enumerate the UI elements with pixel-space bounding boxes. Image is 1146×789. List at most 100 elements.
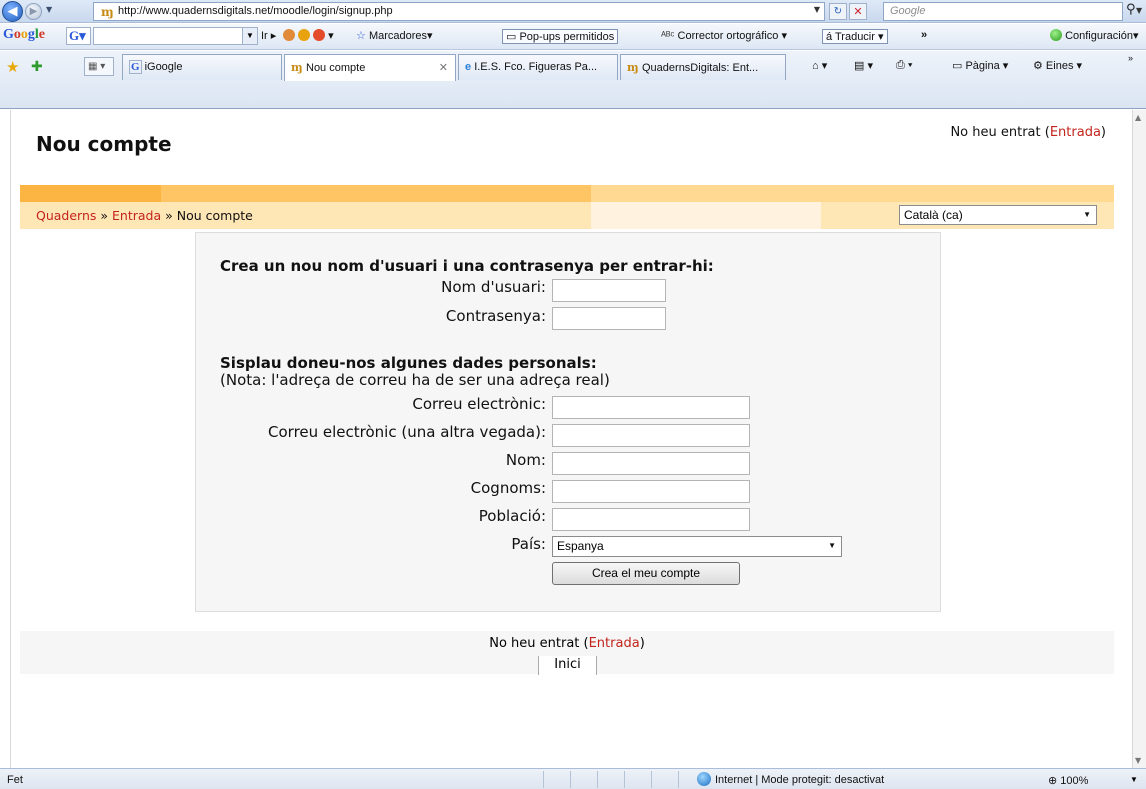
breadcrumb-login-link[interactable]: Entrada: [112, 208, 161, 223]
google-menu-button[interactable]: G▾: [66, 27, 91, 45]
zoom-level[interactable]: ⊕ 100%: [1048, 774, 1088, 787]
page-title: Nou compte: [36, 132, 172, 156]
igoogle-tab-icon: G: [129, 60, 142, 74]
login-info-prefix: No heu entrat (: [950, 125, 1050, 140]
breadcrumb-home-link[interactable]: Quaderns: [36, 208, 96, 223]
breadcrumb-current: Nou compte: [176, 208, 253, 223]
more-tools-button[interactable]: »: [921, 29, 927, 41]
scroll-up-icon[interactable]: ▲: [1135, 113, 1141, 122]
search-dropdown-icon[interactable]: ▼: [1136, 6, 1142, 15]
tab-label: I.E.S. Fco. Figueras Pa...: [474, 61, 598, 73]
page-left-border: [10, 110, 11, 768]
tab-igoogle[interactable]: GiGoogle: [122, 54, 282, 80]
favorites-star-icon[interactable]: ★: [6, 58, 19, 76]
bookmarks-menu[interactable]: ☆ Marcadores▾: [356, 29, 433, 42]
gadget-icon[interactable]: [313, 29, 326, 41]
url-text[interactable]: http://www.quadernsdigitals.net/moodle/l…: [118, 5, 393, 17]
history-dropdown-icon[interactable]: ▼: [46, 5, 52, 14]
close-tab-icon[interactable]: ✕: [439, 61, 448, 74]
url-field[interactable]: ɱ http://www.quadernsdigitals.net/moodle…: [93, 2, 825, 21]
site-tab-icon: ɱ: [291, 61, 303, 74]
internet-zone-icon: [697, 772, 711, 786]
country-label: País:: [511, 535, 546, 553]
login-link[interactable]: Entrada: [1050, 125, 1101, 140]
email-again-label: Correu electrònic (una altra vegada):: [268, 423, 546, 441]
home-icon[interactable]: ⌂ ▾: [812, 59, 827, 72]
username-field[interactable]: [552, 279, 666, 302]
stop-icon[interactable]: ✕: [849, 3, 867, 20]
city-label: Població:: [478, 507, 546, 525]
tab-quaderns-digitals[interactable]: ɱ QuadernsDigitals: Ent...: [620, 54, 786, 80]
gadget-icon[interactable]: [283, 29, 295, 41]
lastname-field[interactable]: [552, 480, 750, 503]
spellcheck-label: Corrector ortográfico: [677, 30, 779, 42]
google-toolbar: Google G▾ ▼ Ir ▸ ▾ ☆ Marcadores▾ ▭ Pop-u…: [0, 24, 1146, 50]
back-icon[interactable]: ◀: [2, 1, 23, 22]
username-label: Nom d'usuari:: [441, 278, 546, 296]
footer-login-link[interactable]: Entrada: [589, 636, 640, 651]
tab-label: QuadernsDigitals: Ent...: [642, 62, 759, 74]
print-icon[interactable]: ⎙ ▾: [896, 59, 912, 72]
tab-ies-figueras[interactable]: e I.E.S. Fco. Figueras Pa...: [458, 54, 618, 80]
google-button-label: G: [69, 28, 80, 43]
create-account-button[interactable]: Crea el meu compte: [552, 562, 740, 585]
go-button[interactable]: Ir ▸: [261, 29, 276, 42]
settings-icon: [1050, 29, 1062, 41]
login-info: No heu entrat (Entrada): [950, 125, 1106, 140]
translate-button[interactable]: á Traducir ▾: [822, 29, 888, 44]
bookmarks-label: Marcadores: [368, 30, 428, 42]
search-icon[interactable]: ⚲: [1126, 2, 1136, 17]
security-zone-text[interactable]: Internet | Mode protegit: desactivat: [715, 774, 884, 786]
zoom-value: 100%: [1060, 775, 1089, 787]
city-field[interactable]: [552, 508, 750, 531]
google-toolbar-logo: Google: [3, 27, 45, 42]
breadcrumb-separator: »: [96, 208, 113, 223]
language-select[interactable]: Català (ca) ▼: [899, 205, 1097, 225]
footer-login-prefix: No heu entrat (: [489, 636, 589, 651]
search-input[interactable]: Google: [883, 2, 1123, 21]
email-again-field[interactable]: [552, 424, 750, 447]
tools-menu-label: Eines: [1045, 60, 1074, 72]
tab-bar: ★ ✚ ▦ ▾ GiGoogle ɱ Nou compte ✕ e I.E.S. …: [0, 51, 1146, 109]
scroll-down-icon[interactable]: ▼: [1135, 756, 1141, 765]
footer-login-info: No heu entrat (Entrada): [20, 636, 1114, 651]
country-value: Espanya: [557, 539, 604, 553]
vertical-scrollbar[interactable]: ▲ ▼: [1132, 110, 1146, 768]
status-bar: Fet Internet | Mode protegit: desactivat…: [0, 768, 1146, 789]
toolbar-gadget-icons[interactable]: ▾: [283, 29, 334, 42]
feeds-icon[interactable]: ▤ ▾: [854, 59, 873, 72]
signup-form: Crea un nou nom d'usuari i una contrasen…: [195, 232, 941, 612]
popups-label: Pop-ups permitidos: [519, 31, 615, 43]
popups-button[interactable]: ▭ Pop-ups permitidos: [502, 29, 619, 44]
settings-label: Configuración: [1065, 30, 1133, 42]
gadget-icon[interactable]: [298, 29, 311, 41]
google-search-dropdown-icon[interactable]: ▼: [242, 28, 257, 44]
spellcheck-button[interactable]: ᴬᴮᶜ Corrector ortográfico ▾: [661, 29, 787, 42]
tab-nou-compte[interactable]: ɱ Nou compte ✕: [284, 54, 456, 81]
footer: No heu entrat (Entrada) Inici: [20, 631, 1114, 675]
country-select[interactable]: Espanya ▼: [552, 536, 842, 557]
url-dropdown-icon[interactable]: ▼: [814, 5, 820, 14]
home-link[interactable]: Inici: [538, 656, 597, 675]
google-search-field[interactable]: ▼: [93, 27, 258, 45]
zoom-dropdown-icon[interactable]: ▼: [1130, 775, 1138, 784]
language-value: Català (ca): [904, 208, 963, 222]
settings-button[interactable]: Configuración▾: [1050, 29, 1138, 42]
lastname-label: Cognoms:: [470, 479, 546, 497]
email-label: Correu electrònic:: [412, 395, 546, 413]
page-menu[interactable]: ▭ Pàgina ▾: [952, 59, 1008, 72]
firstname-field[interactable]: [552, 452, 750, 475]
forward-icon[interactable]: ▶: [25, 3, 42, 20]
password-field[interactable]: [552, 307, 666, 330]
chevron-more-icon[interactable]: »: [1128, 53, 1133, 63]
email-field[interactable]: [552, 396, 750, 419]
site-favicon-icon: ɱ: [101, 5, 114, 19]
tools-menu[interactable]: ⚙ Eines ▾: [1033, 59, 1082, 72]
refresh-icon[interactable]: ↻: [829, 3, 847, 20]
chevron-down-icon: ▼: [1083, 210, 1091, 219]
go-label: Ir: [261, 30, 268, 42]
password-label: Contrasenya:: [445, 307, 546, 325]
quick-tabs-button[interactable]: ▦ ▾: [84, 57, 114, 76]
tab-label: iGoogle: [144, 61, 183, 73]
add-favorite-icon[interactable]: ✚: [31, 58, 43, 75]
